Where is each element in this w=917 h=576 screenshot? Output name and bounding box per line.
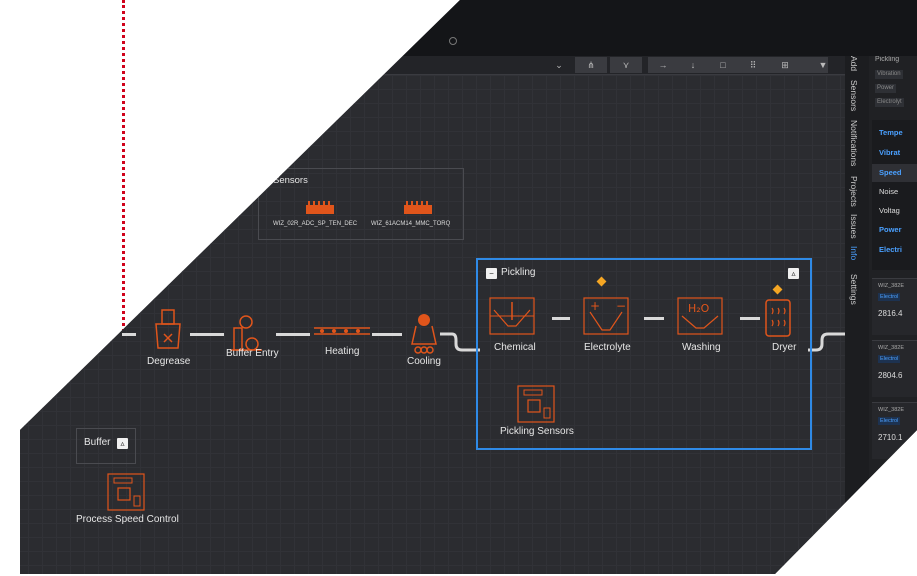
sensor-card[interactable]: WIZ_382E Electrol 2710.1: [872, 402, 917, 459]
branch-icon[interactable]: ⋎: [610, 57, 642, 73]
frame-icon[interactable]: □: [712, 57, 734, 73]
buffer-group[interactable]: Buffer ▵: [76, 428, 136, 464]
degrease-tank-icon[interactable]: [148, 308, 188, 358]
chemical-tank-icon[interactable]: [488, 296, 536, 336]
sensors-group-title: Sensors: [273, 175, 308, 186]
dryer-icon[interactable]: [764, 298, 792, 338]
washing-tank-icon[interactable]: H₂O: [676, 296, 724, 336]
sensor-name: WIZ_02R_ADC_SP_TEN_DEC: [273, 221, 358, 227]
pipe-connector: [372, 333, 402, 336]
tab-sensors[interactable]: Sensors: [849, 80, 859, 111]
alert-diamond-icon: [772, 284, 783, 295]
metric-item[interactable]: Electri: [879, 245, 902, 254]
dots-icon[interactable]: ⠿: [742, 57, 764, 73]
node-label-degrease: Degrease: [147, 356, 191, 367]
pickling-group-title: Pickling: [501, 267, 536, 278]
filter-icon[interactable]: ▼: [812, 57, 834, 73]
metric-item[interactable]: Voltag: [879, 206, 900, 215]
node-label-electrolyte: Electrolyte: [584, 342, 631, 353]
pipe-connector: [122, 333, 136, 336]
pipe-connector: [740, 317, 760, 320]
card-id: WIZ_382E: [878, 407, 904, 413]
title-bar: [20, 0, 917, 56]
svg-text:+: +: [590, 299, 600, 313]
card-value: 2804.6: [878, 371, 903, 380]
app-window: ⌄ ⋔ ⋎ → ↓ □ ⠿ ⊞ ▼ Sensors WIZ_02R_ADC_SP…: [20, 0, 917, 574]
filter-chip[interactable]: Power: [875, 84, 897, 93]
arrow-right-icon[interactable]: →: [652, 57, 674, 73]
card-tag: Electrol: [878, 417, 901, 425]
metric-item[interactable]: Vibrat: [879, 148, 900, 157]
node-label-pickling-sensors: Pickling Sensors: [500, 426, 574, 437]
panel-title: Pickling: [875, 56, 900, 63]
pipe-connector: [644, 317, 664, 320]
warning-icon[interactable]: ▵: [788, 268, 799, 279]
tab-issues[interactable]: Issues: [849, 214, 859, 239]
pipe-connector: [190, 333, 224, 336]
sensors-group[interactable]: Sensors WIZ_02R_ADC_SP_TEN_DEC WIZ_61ACM…: [258, 168, 464, 240]
svg-text:H₂O: H₂O: [688, 302, 710, 315]
layout-toolbar-group: [648, 57, 828, 73]
buffer-title: Buffer: [84, 437, 111, 448]
sensor-name: WIZ_61ACM14_MMC_TORQ: [371, 221, 451, 227]
electrolyte-tank-icon[interactable]: + −: [582, 290, 630, 336]
node-label-buffer-entry: Buffer Entry: [226, 348, 279, 359]
cooling-tower-icon[interactable]: [404, 310, 444, 356]
annotation-dotted-line: [122, 0, 125, 338]
tab-projects[interactable]: Projects: [849, 176, 859, 207]
pipe-connector: [552, 317, 570, 320]
node-label-cooling: Cooling: [407, 356, 441, 367]
node-label-process-speed-control: Process Speed Control: [76, 514, 179, 525]
tab-info[interactable]: Info: [849, 246, 859, 260]
tab-settings[interactable]: Settings: [849, 274, 859, 305]
grid-icon[interactable]: ⊞: [774, 57, 796, 73]
filter-chip[interactable]: Electrolyt: [875, 98, 904, 107]
sensor-card[interactable]: WIZ_382E Electrol 2816.4: [872, 278, 917, 335]
chevron-down-icon[interactable]: ⌄: [550, 57, 568, 73]
arrow-down-icon[interactable]: ↓: [682, 57, 704, 73]
sensor-chip-icon: [306, 201, 334, 214]
filter-chip[interactable]: Vibration: [875, 70, 903, 79]
controller-board-icon[interactable]: [104, 470, 148, 514]
metric-item[interactable]: Power: [879, 225, 902, 234]
node-label-chemical: Chemical: [494, 342, 536, 353]
tab-notifications[interactable]: Notifications: [849, 120, 859, 166]
node-label-heating: Heating: [325, 346, 360, 357]
pipe-bend: [440, 332, 480, 352]
tab-add[interactable]: Add: [849, 56, 859, 71]
sensor-chip-icon: [404, 201, 432, 214]
pipe-connector: [276, 333, 310, 336]
node-label-washing: Washing: [682, 342, 721, 353]
warning-icon[interactable]: ▵: [117, 438, 128, 449]
sensor-card[interactable]: WIZ_382E Electrol 2804.6: [872, 340, 917, 397]
pipe-bend: [808, 332, 848, 352]
controller-board-icon[interactable]: [514, 382, 558, 426]
metric-item[interactable]: Tempe: [879, 128, 903, 137]
svg-text:−: −: [616, 299, 626, 313]
card-tag: Electrol: [878, 293, 901, 301]
toolbar: ⌄ ⋔ ⋎ → ↓ □ ⠿ ⊞ ▼: [20, 56, 845, 75]
card-id: WIZ_382E: [878, 283, 904, 289]
node-label-dryer: Dryer: [772, 342, 797, 353]
metric-item[interactable]: Speed: [879, 168, 902, 177]
heating-furnace-icon[interactable]: [312, 320, 372, 340]
card-tag: Electrol: [878, 355, 901, 363]
metric-item[interactable]: Noise: [879, 187, 898, 196]
info-panel: Pickling Vibration Power Electrolyt Temp…: [869, 56, 917, 574]
card-value: 2710.1: [878, 433, 903, 442]
pickling-group[interactable]: − Pickling ▵ Chemical + − Electrolyte H₂…: [476, 258, 812, 450]
alert-diamond-icon: [596, 276, 607, 287]
hierarchy-icon[interactable]: ⋔: [575, 57, 607, 73]
window-control-icon[interactable]: [449, 37, 457, 45]
card-value: 2816.4: [878, 309, 903, 318]
card-id: WIZ_382E: [878, 345, 904, 351]
collapse-icon[interactable]: −: [486, 268, 497, 279]
side-tab-bar: Add Sensors Notifications Projects Issue…: [845, 56, 869, 574]
